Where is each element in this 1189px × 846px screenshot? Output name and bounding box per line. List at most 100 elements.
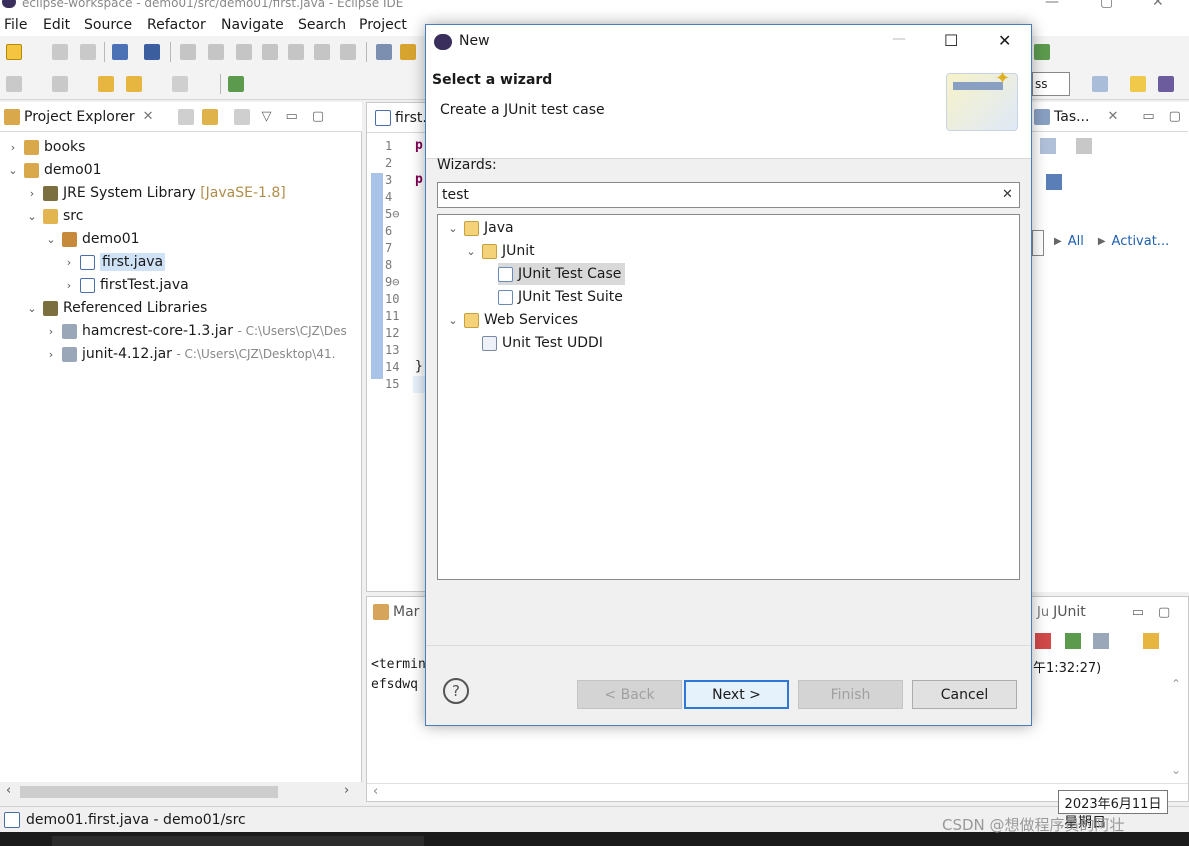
wizard-tree-item[interactable]: ⌄ Java bbox=[446, 217, 513, 239]
format-icon[interactable] bbox=[376, 44, 392, 60]
back-button[interactable]: < Back bbox=[577, 680, 682, 709]
scroll-right-icon[interactable]: › bbox=[344, 783, 349, 798]
tree-item[interactable]: › hamcrest-core-1.3.jar - C:\Users\CJZ\De… bbox=[44, 320, 347, 342]
minimize-icon[interactable]: — bbox=[1045, 0, 1059, 10]
code-line[interactable]: p bbox=[415, 138, 423, 153]
maximize-icon[interactable]: ▢ bbox=[1100, 0, 1113, 10]
save-all-icon[interactable] bbox=[80, 44, 96, 60]
code-line[interactable]: } bbox=[415, 359, 423, 374]
maximize-view-icon[interactable]: ▢ bbox=[312, 109, 324, 124]
rerun-failed-icon[interactable] bbox=[1035, 633, 1051, 649]
tree-item[interactable]: › firstTest.java bbox=[62, 274, 189, 296]
wizard-tree-item[interactable]: ⌄ Web Services bbox=[446, 309, 578, 331]
terminate-icon[interactable] bbox=[236, 44, 252, 60]
tree-item[interactable]: › first.java bbox=[62, 251, 166, 273]
finish-button[interactable]: Finish bbox=[798, 680, 903, 709]
debug-perspective-icon[interactable] bbox=[1158, 76, 1174, 92]
quick-access-input[interactable]: ss bbox=[1032, 72, 1070, 96]
forward-nav-icon[interactable] bbox=[172, 76, 188, 92]
taskbar-search[interactable] bbox=[52, 836, 424, 846]
collapse-all-icon[interactable] bbox=[177, 108, 194, 125]
plugin-icon[interactable] bbox=[1034, 44, 1050, 60]
close-view-icon[interactable]: ✕ bbox=[1107, 109, 1118, 124]
tree-item[interactable]: ⌄ src bbox=[25, 205, 83, 227]
minimize-view-icon[interactable]: ▭ bbox=[286, 109, 298, 124]
next-button[interactable]: Next > bbox=[684, 680, 789, 709]
tree-item[interactable]: ⌄ demo01 bbox=[6, 159, 101, 181]
find-tasks-input[interactable] bbox=[1032, 230, 1044, 256]
minimize-view-icon[interactable]: ▭ bbox=[1142, 109, 1154, 124]
scroll-down-icon[interactable]: ⌄ bbox=[1171, 763, 1181, 777]
maximize-icon[interactable]: ☐ bbox=[944, 31, 958, 50]
markers-tab[interactable]: Mar bbox=[367, 597, 427, 627]
menu-search[interactable]: Search bbox=[298, 17, 346, 33]
pin-editor-icon[interactable] bbox=[228, 76, 244, 92]
task-list-title: Tas... bbox=[1054, 108, 1090, 125]
code-line[interactable]: p bbox=[415, 172, 423, 187]
wizard-filter-input[interactable]: test ✕ bbox=[437, 182, 1020, 208]
back-nav-icon[interactable] bbox=[126, 76, 142, 92]
step-over-icon[interactable] bbox=[314, 44, 330, 60]
activate-link[interactable]: Activat... bbox=[1112, 234, 1170, 249]
step-into-icon[interactable] bbox=[288, 44, 304, 60]
pin-console-icon[interactable] bbox=[1065, 633, 1081, 649]
tree-item[interactable]: › books bbox=[6, 136, 86, 158]
dialog-title-bar[interactable]: New — ☐ ✕ bbox=[426, 25, 1031, 59]
link-editor-icon[interactable] bbox=[201, 108, 218, 125]
menu-navigate[interactable]: Navigate bbox=[221, 17, 284, 33]
cancel-button[interactable]: Cancel bbox=[912, 680, 1017, 709]
horizontal-scrollbar[interactable]: ‹ › bbox=[0, 782, 362, 802]
suspend-icon[interactable] bbox=[208, 44, 224, 60]
junit-tab[interactable]: Ju JUnit ▭ ▢ bbox=[1033, 597, 1188, 627]
menu-source[interactable]: Source bbox=[84, 17, 132, 33]
new-icon[interactable] bbox=[6, 44, 22, 60]
disconnect-icon[interactable] bbox=[262, 44, 278, 60]
clear-filter-icon[interactable]: ✕ bbox=[1002, 187, 1013, 202]
help-button[interactable]: ? bbox=[443, 678, 469, 704]
display-console-icon[interactable] bbox=[1093, 633, 1109, 649]
open-console-icon[interactable] bbox=[1143, 633, 1159, 649]
view-menu-icon[interactable]: ▽ bbox=[262, 109, 272, 124]
terminal-icon[interactable] bbox=[112, 44, 128, 60]
run-ext-icon[interactable] bbox=[400, 44, 416, 60]
close-icon[interactable]: ✕ bbox=[998, 31, 1011, 50]
close-icon[interactable]: ✕ bbox=[1152, 0, 1164, 10]
task-list-tab[interactable]: Tas... ✕ ▭ ▢ bbox=[1032, 102, 1188, 132]
java-perspective-icon[interactable] bbox=[1130, 76, 1146, 92]
maximize-view-icon[interactable]: ▢ bbox=[1169, 109, 1181, 124]
wizard-tree-item[interactable]: JUnit Test Case bbox=[498, 263, 626, 285]
project-explorer-view: Project Explorer ✕ ▽ ▭ ▢ › books ⌄ demo01 … bbox=[0, 102, 362, 802]
open-perspective-icon[interactable] bbox=[1092, 76, 1108, 92]
wizard-tree-item[interactable]: Unit Test UDDI bbox=[482, 332, 603, 354]
categorize-icon[interactable] bbox=[1040, 138, 1056, 154]
project-explorer-tab[interactable]: Project Explorer ✕ ▽ ▭ ▢ bbox=[0, 102, 362, 132]
tree-item[interactable]: ⌄ Referenced Libraries bbox=[25, 297, 207, 319]
skip-breakpoints-icon[interactable] bbox=[144, 44, 160, 60]
prev-annotation-icon[interactable] bbox=[52, 76, 68, 92]
wizard-tree-item[interactable]: JUnit Test Suite bbox=[498, 286, 623, 308]
filter-icon[interactable] bbox=[233, 108, 250, 125]
tree-item-label: first.java bbox=[100, 253, 166, 271]
next-annotation-icon[interactable] bbox=[6, 76, 22, 92]
minimize-view-icon[interactable]: ▭ bbox=[1132, 605, 1144, 620]
menu-edit[interactable]: Edit bbox=[43, 17, 70, 33]
wizard-tree-item[interactable]: ⌄ JUnit bbox=[464, 240, 534, 262]
tree-item[interactable]: › JRE System Library [JavaSE-1.8] bbox=[25, 182, 286, 204]
maximize-view-icon[interactable]: ▢ bbox=[1158, 605, 1170, 620]
resume-icon[interactable] bbox=[180, 44, 196, 60]
filter-tasks-icon[interactable] bbox=[1076, 138, 1092, 154]
filter-all-link[interactable]: All bbox=[1068, 234, 1084, 249]
scroll-up-icon[interactable]: ⌃ bbox=[1171, 677, 1181, 691]
last-edit-icon[interactable] bbox=[98, 76, 114, 92]
save-icon[interactable] bbox=[52, 44, 68, 60]
menu-file[interactable]: File bbox=[4, 17, 27, 33]
menu-refactor[interactable]: Refactor bbox=[147, 17, 206, 33]
menu-project[interactable]: Project bbox=[359, 17, 407, 33]
step-return-icon[interactable] bbox=[340, 44, 356, 60]
tree-item[interactable]: › junit-4.12.jar - C:\Users\CJZ\Desktop\4… bbox=[44, 343, 336, 365]
scrollbar-thumb[interactable] bbox=[20, 786, 278, 798]
new-task-icon[interactable] bbox=[1046, 174, 1062, 190]
tree-item[interactable]: ⌄ demo01 bbox=[44, 228, 139, 250]
scroll-left-icon[interactable]: ‹ bbox=[6, 783, 11, 798]
close-view-icon[interactable]: ✕ bbox=[143, 109, 154, 124]
